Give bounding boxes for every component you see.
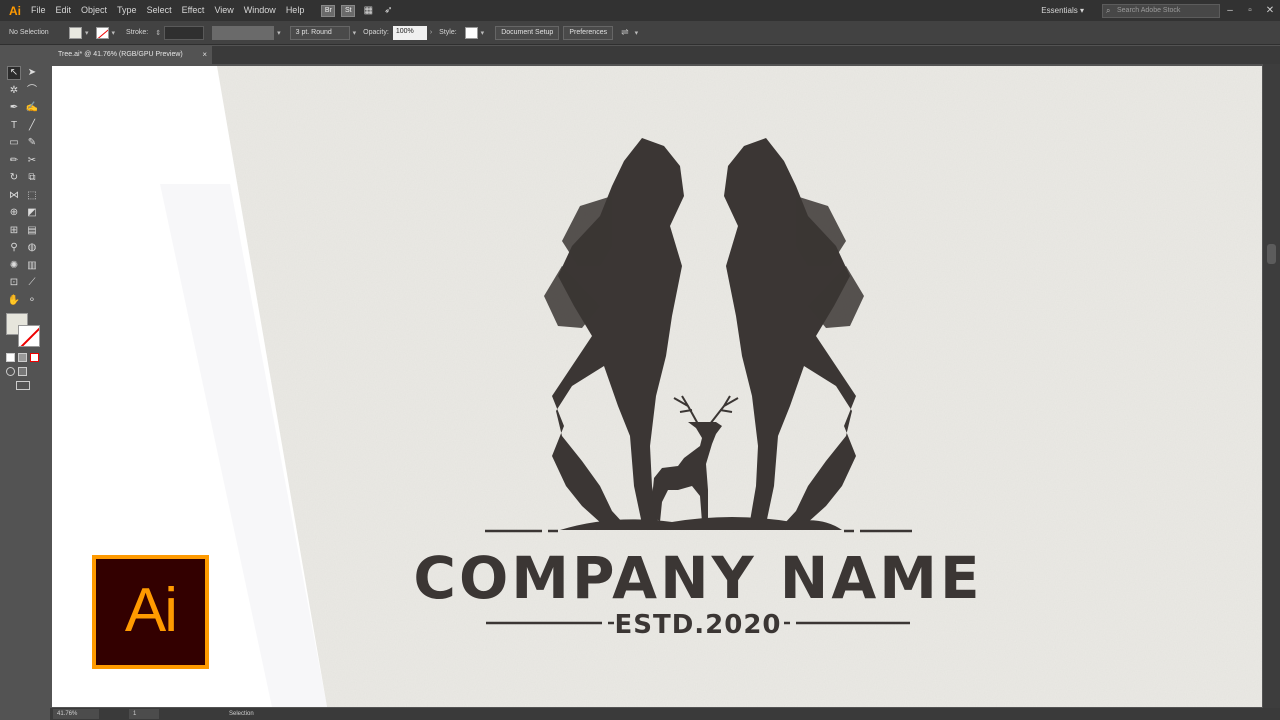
menubar-right: Essentials ▾ ⌕ Search Adobe Stock – ▫ ✕ [1041, 0, 1280, 21]
paintbrush-tool-icon[interactable]: ✎ [25, 136, 39, 150]
graph-tool-icon[interactable]: ▥ [25, 259, 39, 273]
arrange-documents-icon[interactable]: ▦ [361, 4, 375, 18]
pencil-tool-icon[interactable]: ✏ [7, 154, 21, 168]
menu-file[interactable]: File [26, 0, 51, 21]
draw-mode-icon[interactable] [6, 367, 15, 376]
stroke-label: Stroke: [126, 29, 149, 36]
minimize-icon[interactable]: – [1220, 5, 1240, 16]
status-bar: 41.76% 1 Selection [50, 708, 1280, 720]
chevron-down-icon[interactable]: ▾ [85, 29, 89, 37]
opacity-field[interactable]: 100% [392, 25, 427, 40]
scale-tool-icon[interactable]: ⧉ [25, 171, 39, 185]
established-text: ESTD.2020 [614, 610, 781, 640]
app-icon: Ai [9, 3, 21, 18]
stroke-swatch[interactable] [95, 26, 109, 39]
slice-tool-icon[interactable]: ⟋ [25, 276, 39, 290]
menu-effect[interactable]: Effect [177, 0, 210, 21]
bridge-button[interactable]: Br [321, 4, 336, 17]
chevron-down-icon[interactable]: ▾ [481, 29, 485, 37]
document-tab[interactable]: Tree.ai* @ 41.76% (RGB/GPU Preview) × [50, 46, 212, 64]
zoom-tool-icon[interactable]: ⚬ [25, 294, 39, 308]
app-switcher: Br St ▦ ➶ [321, 4, 395, 18]
preferences-button[interactable]: Preferences [563, 25, 614, 40]
search-icon: ⌕ [1106, 5, 1111, 15]
line-tool-icon[interactable]: ╱ [25, 119, 39, 133]
illustrator-logo: Ai [92, 555, 209, 669]
stock-search-input[interactable]: ⌕ Search Adobe Stock [1102, 3, 1220, 18]
gradient-mode-icon[interactable] [18, 353, 27, 362]
gradient-tool-icon[interactable]: ▤ [25, 224, 39, 238]
close-tab-icon[interactable]: × [202, 46, 207, 64]
curvature-tool-icon[interactable]: ✍ [25, 101, 39, 115]
menu-bar: Ai File Edit Object Type Select Effect V… [0, 0, 1280, 21]
artboard: COMPANY NAME ESTD.2020 [52, 66, 1262, 707]
close-icon[interactable]: ✕ [1260, 5, 1280, 16]
symbol-sprayer-tool-icon[interactable]: ✺ [7, 259, 21, 273]
width-tool-icon[interactable]: ⋈ [7, 189, 21, 203]
mesh-tool-icon[interactable]: ⊞ [7, 224, 21, 238]
perspective-grid-tool-icon[interactable]: ◩ [25, 206, 39, 220]
direct-selection-tool-icon[interactable]: ➤ [25, 66, 39, 80]
menu-select[interactable]: Select [142, 0, 177, 21]
lasso-tool-icon[interactable]: ⌒ [25, 84, 39, 98]
graphic-style-swatch[interactable] [464, 26, 478, 39]
scrollbar-thumb[interactable] [1267, 244, 1276, 264]
none-mode-icon[interactable] [30, 353, 39, 362]
current-tool-status[interactable]: Selection [229, 711, 289, 717]
stroke-weight-field[interactable] [164, 25, 205, 40]
workspace-switcher[interactable]: Essentials ▾ [1041, 6, 1084, 15]
fill-swatch[interactable] [69, 26, 82, 39]
artboard-tool-icon[interactable]: ⊡ [7, 276, 21, 290]
opacity-label: Opacity: [363, 29, 389, 36]
rotate-tool-icon[interactable]: ↻ [7, 171, 21, 185]
stepper-icon[interactable]: ⇕ [155, 29, 161, 37]
control-bar: No Selection ▾ ▾ Stroke: ⇕ ▾ 3 pt. Round… [0, 21, 1280, 45]
chevron-right-icon[interactable]: › [430, 29, 432, 36]
tools-panel: ↖ ➤ ✲ ⌒ ✒ ✍ T ╱ ▭ ✎ ✏ ✂ ↻ ⧉ ⋈ ⬚ ⊕ ◩ ⊞ ▤ ⚲ ◍ ✺ ▥ ⊡ ⟋ ✋… [0, 64, 48, 408]
magic-wand-tool-icon[interactable]: ✲ [7, 84, 21, 98]
chevron-down-icon[interactable]: ▾ [353, 29, 357, 37]
menu-type[interactable]: Type [112, 0, 142, 21]
document-setup-button[interactable]: Document Setup [495, 25, 560, 40]
rectangle-tool-icon[interactable]: ▭ [7, 136, 21, 150]
gpu-performance-icon[interactable]: ➶ [381, 4, 395, 18]
color-mode-icon[interactable] [6, 353, 15, 362]
illustrator-window: Ai File Edit Object Type Select Effect V… [0, 0, 1280, 720]
blend-tool-icon[interactable]: ◍ [25, 241, 39, 255]
chevron-down-icon[interactable]: ▾ [635, 29, 639, 37]
maximize-icon[interactable]: ▫ [1240, 5, 1260, 16]
eyedropper-tool-icon[interactable]: ⚲ [7, 241, 21, 255]
selection-tool-icon[interactable]: ↖ [7, 66, 21, 80]
variable-width-profile[interactable] [212, 25, 275, 40]
brush-definition[interactable]: 3 pt. Round [289, 25, 350, 40]
menu-view[interactable]: View [209, 0, 238, 21]
free-transform-tool-icon[interactable]: ⬚ [25, 189, 39, 203]
vertical-scrollbar[interactable] [1263, 64, 1280, 708]
shape-builder-tool-icon[interactable]: ⊕ [7, 206, 21, 220]
canvas[interactable]: COMPANY NAME ESTD.2020 [52, 66, 1262, 707]
menu-edit[interactable]: Edit [51, 0, 77, 21]
zoom-level-field[interactable]: 41.76% [53, 709, 99, 719]
screen-mode-icon[interactable] [16, 381, 30, 390]
type-tool-icon[interactable]: T [7, 119, 21, 133]
drawing-inside-icon[interactable] [18, 367, 27, 376]
style-label: Style: [439, 29, 457, 36]
menu-window[interactable]: Window [239, 0, 281, 21]
stock-button[interactable]: St [341, 4, 356, 17]
selection-indicator: No Selection [9, 29, 49, 36]
artboard-navigator[interactable]: 1 [129, 709, 159, 719]
menu-object[interactable]: Object [76, 0, 112, 21]
fill-stroke-widget [0, 311, 48, 353]
hand-tool-icon[interactable]: ✋ [7, 294, 21, 308]
scissors-tool-icon[interactable]: ✂ [25, 154, 39, 168]
stroke-color-box[interactable] [18, 325, 40, 347]
document-tab-bar: Tree.ai* @ 41.76% (RGB/GPU Preview) × [50, 46, 1280, 64]
menu-help[interactable]: Help [281, 0, 310, 21]
chevron-down-icon[interactable]: ▾ [112, 29, 116, 37]
pen-tool-icon[interactable]: ✒ [7, 101, 21, 115]
arrange-icon[interactable]: ⇌ [621, 27, 629, 38]
company-name-text: COMPANY NAME [413, 544, 982, 612]
chevron-down-icon[interactable]: ▾ [277, 29, 281, 37]
